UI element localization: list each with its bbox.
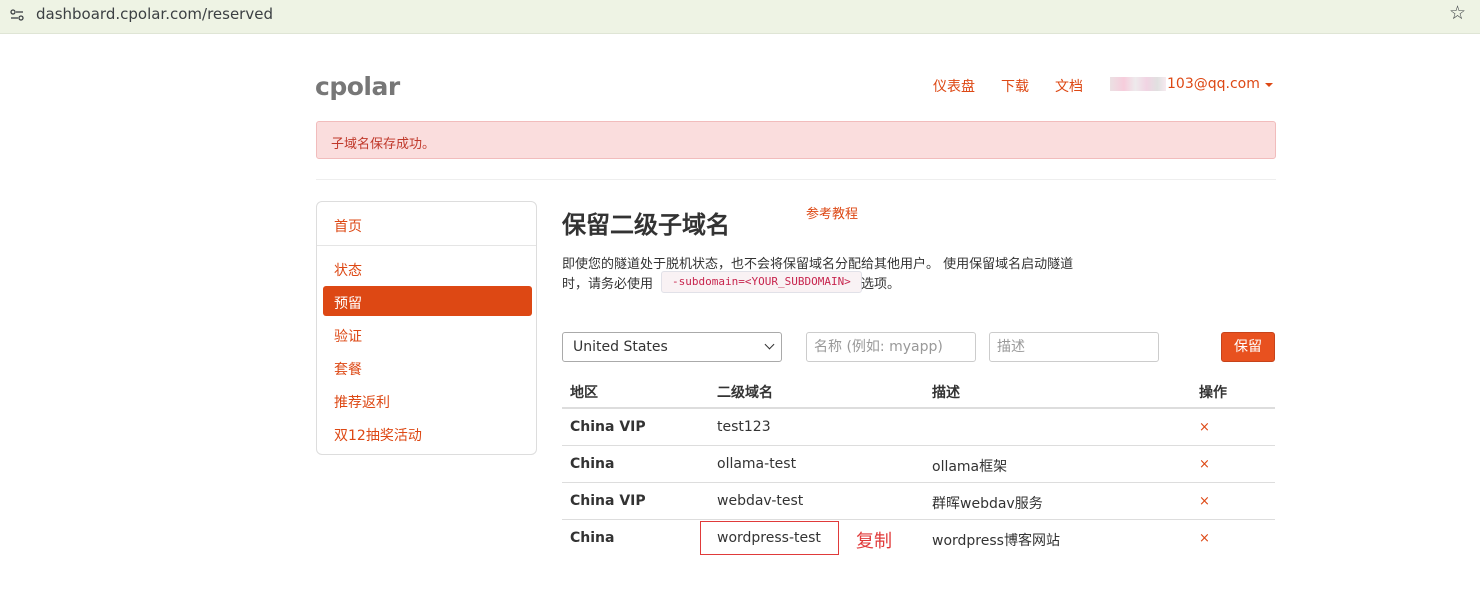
sidebar-item-verify[interactable]: 验证 <box>323 319 532 349</box>
alert-message: 子域名保存成功。 <box>331 137 436 152</box>
browser-address-bar: dashboard.cpolar.com/reserved ☆ <box>0 0 1480 34</box>
column-header-description: 描述 <box>932 385 960 401</box>
site-settings-icon[interactable] <box>10 8 24 22</box>
region-select[interactable]: United States <box>562 332 782 362</box>
sidebar-item-status[interactable]: 状态 <box>323 253 532 283</box>
delete-icon[interactable]: × <box>1199 420 1210 435</box>
cell-region: China <box>570 530 615 546</box>
nav-dashboard-link[interactable]: 仪表盘 <box>933 76 975 96</box>
sidebar-nav: 首页 状态 预留 验证 套餐 推荐返利 双12抽奖活动 <box>316 201 537 455</box>
cell-subdomain[interactable]: webdav-test <box>717 493 803 509</box>
region-select-value: United States <box>573 339 668 355</box>
annotation-highlight-box <box>700 521 839 555</box>
cell-subdomain[interactable]: test123 <box>717 419 771 435</box>
cell-description: 群晖webdav服务 <box>932 496 1043 512</box>
sidebar-item-plan[interactable]: 套餐 <box>323 352 532 382</box>
tutorial-link[interactable]: 参考教程 <box>806 203 858 222</box>
sidebar-divider <box>317 245 536 246</box>
brand-logo[interactable]: cpolar <box>315 72 400 101</box>
sidebar-item-home[interactable]: 首页 <box>323 209 532 239</box>
user-email: 103@qq.com <box>1167 76 1260 92</box>
cell-description: ollama框架 <box>932 459 1008 475</box>
cell-region: China VIP <box>570 493 646 509</box>
description-line-2-suffix: 选项。 <box>861 277 901 292</box>
bookmark-star-icon[interactable]: ☆ <box>1449 3 1466 23</box>
subdomain-name-input[interactable] <box>806 332 976 362</box>
redacted-email-blur <box>1110 77 1166 91</box>
description-input[interactable] <box>989 332 1159 362</box>
nav-download-link[interactable]: 下载 <box>1001 76 1029 96</box>
column-header-region: 地区 <box>570 385 598 401</box>
delete-icon[interactable]: × <box>1199 457 1210 472</box>
table-header-divider <box>562 407 1275 409</box>
url-text[interactable]: dashboard.cpolar.com/reserved <box>36 5 273 23</box>
nav-docs-link[interactable]: 文档 <box>1055 76 1083 96</box>
subdomain-code-snippet: -subdomain=<YOUR_SUBDOMAIN> <box>661 271 862 293</box>
chevron-down-icon <box>1264 83 1273 87</box>
sidebar-item-lottery[interactable]: 双12抽奖活动 <box>323 418 532 448</box>
sidebar-item-referral[interactable]: 推荐返利 <box>323 385 532 415</box>
user-menu-dropdown[interactable]: 103@qq.com <box>1110 76 1273 92</box>
sidebar-item-reserved[interactable]: 预留 <box>323 286 532 316</box>
annotation-copy-label: 复制 <box>856 531 892 552</box>
row-divider <box>562 519 1275 520</box>
success-alert: 子域名保存成功。 <box>316 121 1276 159</box>
reserve-button[interactable]: 保留 <box>1221 332 1275 362</box>
row-divider <box>562 482 1275 483</box>
cell-region: China <box>570 456 615 472</box>
page-title: 保留二级子域名 <box>562 211 730 239</box>
description-line-1: 即使您的隧道处于脱机状态，也不会将保留域名分配给其他用户。 使用保留域名启动隧道 <box>562 257 1074 272</box>
delete-icon[interactable]: × <box>1199 494 1210 509</box>
chevron-down-icon <box>764 339 775 350</box>
cell-region: China VIP <box>570 419 646 435</box>
cell-description: wordpress博客网站 <box>932 533 1060 549</box>
cell-subdomain[interactable]: ollama-test <box>717 456 796 472</box>
column-header-action: 操作 <box>1199 385 1227 401</box>
description-line-2-prefix: 时，请务必使用 <box>562 277 654 292</box>
delete-icon[interactable]: × <box>1199 531 1210 546</box>
column-header-subdomain: 二级域名 <box>717 385 773 401</box>
row-divider <box>562 445 1275 446</box>
divider <box>316 179 1276 180</box>
